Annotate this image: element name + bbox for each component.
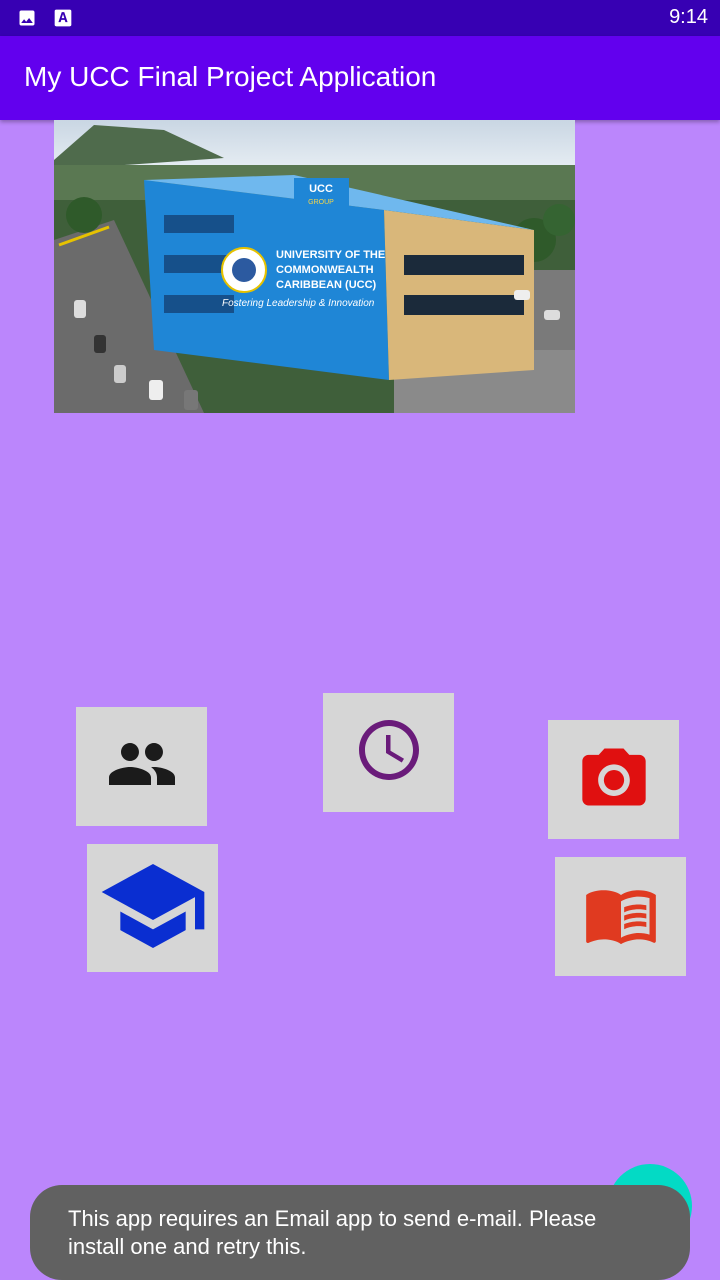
accessibility-text-icon bbox=[53, 8, 73, 33]
hero-banner-line2: COMMONWEALTH bbox=[276, 264, 374, 276]
camera-button[interactable] bbox=[548, 720, 679, 839]
campus-hero-image: UCC GROUP UNIVERSITY OF THE COMMONWEALTH… bbox=[54, 120, 575, 413]
graduation-button[interactable] bbox=[87, 844, 218, 972]
clock-time: 9:14 bbox=[669, 6, 708, 28]
clock-icon bbox=[353, 714, 425, 791]
people-icon bbox=[106, 728, 178, 805]
graduation-cap-icon bbox=[97, 850, 209, 967]
hero-sign-subtext: GROUP bbox=[308, 199, 334, 206]
book-button[interactable] bbox=[555, 857, 686, 976]
hero-banner-tagline: Fostering Leadership & Innovation bbox=[222, 298, 375, 309]
toast-message: This app requires an Email app to send e… bbox=[30, 1185, 690, 1280]
clock-button[interactable] bbox=[323, 693, 454, 812]
hero-banner-line3: CARIBBEAN (UCC) bbox=[276, 279, 377, 291]
people-button[interactable] bbox=[76, 707, 207, 826]
status-bar: 9:14 bbox=[0, 0, 720, 36]
page-title: My UCC Final Project Application bbox=[24, 61, 437, 92]
image-icon bbox=[17, 8, 37, 33]
hero-banner-line1: UNIVERSITY OF THE bbox=[276, 249, 385, 261]
camera-icon bbox=[576, 739, 652, 820]
app-bar: My UCC Final Project Application bbox=[0, 36, 720, 120]
hero-sign-text: UCC bbox=[309, 183, 333, 195]
book-icon bbox=[583, 876, 659, 957]
